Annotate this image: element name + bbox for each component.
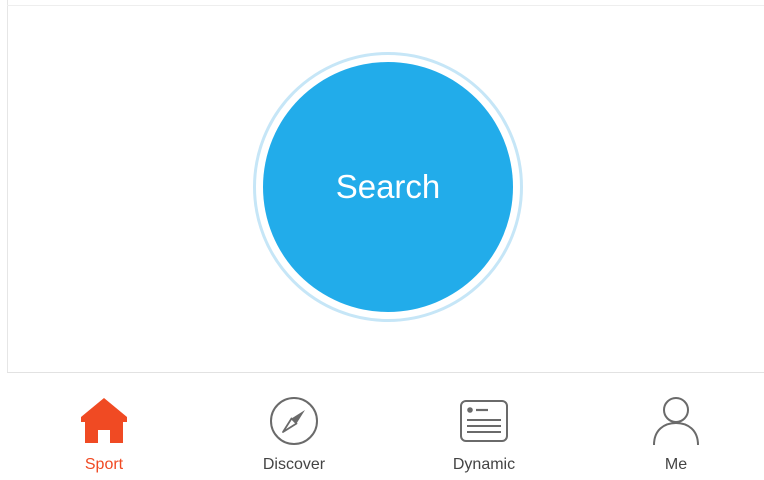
tab-discover[interactable]: Discover bbox=[224, 373, 364, 480]
news-card-icon bbox=[458, 395, 510, 447]
bottom-tab-bar: Sport Discover Dynamic Me bbox=[7, 372, 764, 480]
tab-me[interactable]: Me bbox=[606, 373, 746, 480]
tab-dynamic-label: Dynamic bbox=[452, 456, 516, 473]
tab-sport-label: Sport bbox=[84, 456, 124, 473]
person-icon bbox=[650, 395, 702, 447]
tab-discover-label: Discover bbox=[262, 456, 326, 473]
home-icon bbox=[78, 395, 130, 447]
search-button[interactable]: Search bbox=[263, 62, 513, 312]
app-screen: Search Sport Discover Dynamic Me bbox=[0, 0, 764, 480]
search-button-ring: Search bbox=[253, 52, 523, 322]
top-edge-divider bbox=[7, 5, 764, 6]
tab-dynamic[interactable]: Dynamic bbox=[414, 373, 554, 480]
tab-sport[interactable]: Sport bbox=[34, 373, 174, 480]
tab-me-label: Me bbox=[664, 456, 688, 473]
compass-icon bbox=[268, 395, 320, 447]
